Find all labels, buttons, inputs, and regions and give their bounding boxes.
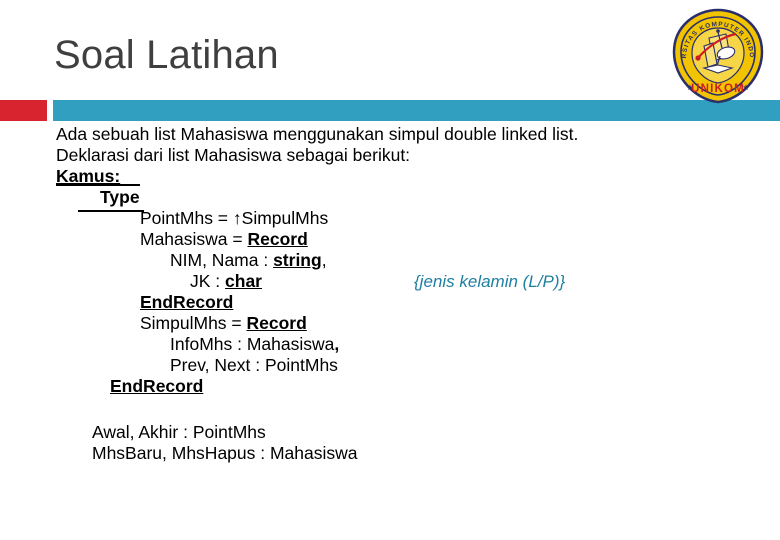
- logo-star-right: ★: [742, 83, 749, 92]
- type-keyword: Type: [56, 184, 144, 211]
- slide-body: Ada sebuah list Mahasiswa menggunakan si…: [0, 124, 780, 524]
- type-keyword-line: Type: [56, 184, 144, 211]
- logo-wordmark: UNIKOM: [691, 83, 745, 95]
- vars-line-1: Awal, Akhir : PointMhs: [92, 422, 266, 442]
- mahasiswa-decl: Mahasiswa = Record: [140, 229, 308, 251]
- simpul-decl-prefix: SimpulMhs =: [140, 313, 247, 333]
- point-mhs-decl: PointMhs = ↑SimpulMhs: [140, 208, 329, 228]
- intro-line-2: Deklarasi dari list Mahasiswa sebagai be…: [56, 145, 411, 165]
- simpul-mhs-decl: SimpulMhs = Record: [140, 313, 307, 335]
- end-record-1: EndRecord: [140, 292, 234, 312]
- jk-prefix: JK :: [190, 271, 226, 291]
- prev-next-field: Prev, Next : PointMhs: [170, 355, 338, 375]
- header-rule: [0, 100, 780, 121]
- info-mhs-text: InfoMhs : Mahasiswa: [170, 334, 335, 354]
- record-keyword-2: Record: [246, 313, 307, 333]
- char-keyword: char: [225, 271, 262, 291]
- unikom-logo: UNIVERSITAS KOMPUTER INDONESIA UNIKOM ★ …: [668, 8, 768, 104]
- logo-star-left: ★: [686, 83, 693, 92]
- intro-line-1: Ada sebuah list Mahasiswa menggunakan si…: [56, 124, 579, 144]
- jk-comment: {jenis kelamin (L/P)}: [414, 272, 566, 291]
- end-record-2: EndRecord: [110, 376, 204, 396]
- page-title: Soal Latihan: [54, 33, 279, 77]
- vars-line-2: MhsBaru, MhsHapus : Mahasiswa: [92, 443, 358, 463]
- info-mhs-comma: ,: [334, 334, 340, 354]
- record-keyword: Record: [247, 229, 308, 249]
- nim-nama-field: NIM, Nama : string,: [170, 250, 327, 272]
- slide-canvas: Soal Latihan RSITAS KOMPUTER INDO UNIKOM…: [0, 0, 780, 540]
- nim-nama-prefix: NIM, Nama :: [170, 250, 274, 270]
- jk-field: JK : char: [190, 271, 262, 293]
- header-rule-red-block: [0, 100, 47, 121]
- mahasiswa-decl-prefix: Mahasiswa =: [140, 229, 248, 249]
- string-keyword: string: [273, 250, 322, 270]
- info-mhs-field: InfoMhs : Mahasiswa,: [170, 334, 339, 356]
- nim-nama-suffix: ,: [321, 250, 327, 270]
